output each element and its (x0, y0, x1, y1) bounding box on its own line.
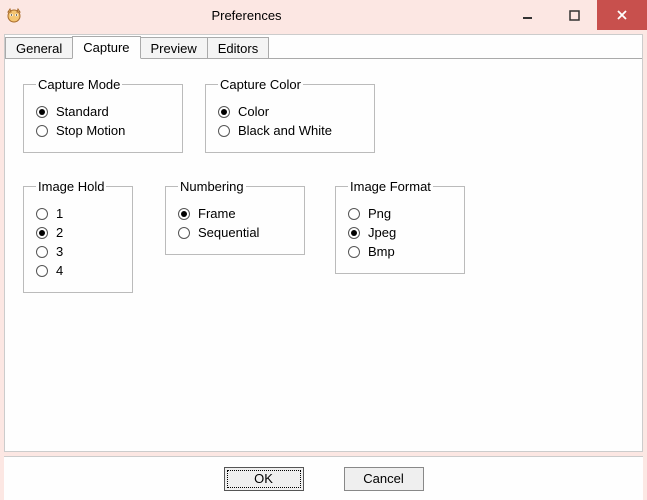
radio-stop-motion[interactable]: Stop Motion (36, 123, 170, 138)
group-numbering: Numbering Frame Sequential (165, 179, 305, 255)
radio-icon (36, 125, 48, 137)
radio-label: 4 (56, 263, 63, 278)
radio-label: Color (238, 104, 269, 119)
group-image-format: Image Format Png Jpeg Bmp (335, 179, 465, 274)
radio-label: Black and White (238, 123, 332, 138)
group-capture-color: Capture Color Color Black and White (205, 77, 375, 153)
radio-color[interactable]: Color (218, 104, 362, 119)
radio-png[interactable]: Png (348, 206, 452, 221)
radio-jpeg[interactable]: Jpeg (348, 225, 452, 240)
tab-capture[interactable]: Capture (72, 36, 140, 59)
radio-icon (178, 208, 190, 220)
radio-icon (348, 227, 360, 239)
dialog-footer: OK Cancel (4, 456, 643, 500)
ok-button[interactable]: OK (224, 467, 304, 491)
group-capture-mode: Capture Mode Standard Stop Motion (23, 77, 183, 153)
radio-icon (178, 227, 190, 239)
radio-icon (218, 125, 230, 137)
legend-image-hold: Image Hold (36, 179, 106, 194)
radio-icon (36, 106, 48, 118)
titlebar: Preferences (0, 0, 647, 30)
radio-label: Bmp (368, 244, 395, 259)
radio-icon (348, 246, 360, 258)
radio-label: Sequential (198, 225, 259, 240)
tab-general[interactable]: General (5, 37, 73, 59)
maximize-icon (569, 10, 580, 21)
app-icon (6, 7, 22, 23)
radio-label: Jpeg (368, 225, 396, 240)
radio-label: 3 (56, 244, 63, 259)
close-icon (616, 9, 628, 21)
legend-numbering: Numbering (178, 179, 246, 194)
tab-strip: General Capture Preview Editors (5, 34, 642, 58)
main-panel: General Capture Preview Editors Capture … (4, 34, 643, 452)
close-button[interactable] (597, 0, 647, 30)
radio-icon (36, 246, 48, 258)
radio-icon (36, 227, 48, 239)
maximize-button[interactable] (551, 0, 597, 30)
tab-content: Capture Mode Standard Stop Motion Captur… (5, 58, 642, 450)
tab-preview[interactable]: Preview (140, 37, 208, 59)
radio-sequential[interactable]: Sequential (178, 225, 292, 240)
tab-editors[interactable]: Editors (207, 37, 269, 59)
radio-bw[interactable]: Black and White (218, 123, 362, 138)
radio-label: 1 (56, 206, 63, 221)
group-image-hold: Image Hold 1 2 3 4 (23, 179, 133, 293)
cancel-button[interactable]: Cancel (344, 467, 424, 491)
radio-frame[interactable]: Frame (178, 206, 292, 221)
radio-standard[interactable]: Standard (36, 104, 170, 119)
window-controls (505, 0, 647, 30)
radio-bmp[interactable]: Bmp (348, 244, 452, 259)
radio-hold-2[interactable]: 2 (36, 225, 120, 240)
radio-label: Standard (56, 104, 109, 119)
radio-hold-1[interactable]: 1 (36, 206, 120, 221)
legend-capture-color: Capture Color (218, 77, 303, 92)
radio-hold-3[interactable]: 3 (36, 244, 120, 259)
minimize-icon (522, 9, 534, 21)
radio-icon (218, 106, 230, 118)
legend-image-format: Image Format (348, 179, 433, 194)
radio-label: Frame (198, 206, 236, 221)
radio-label: Stop Motion (56, 123, 125, 138)
legend-capture-mode: Capture Mode (36, 77, 122, 92)
window-title: Preferences (28, 8, 505, 23)
radio-icon (348, 208, 360, 220)
radio-icon (36, 208, 48, 220)
radio-label: 2 (56, 225, 63, 240)
radio-hold-4[interactable]: 4 (36, 263, 120, 278)
radio-label: Png (368, 206, 391, 221)
radio-icon (36, 265, 48, 277)
minimize-button[interactable] (505, 0, 551, 30)
